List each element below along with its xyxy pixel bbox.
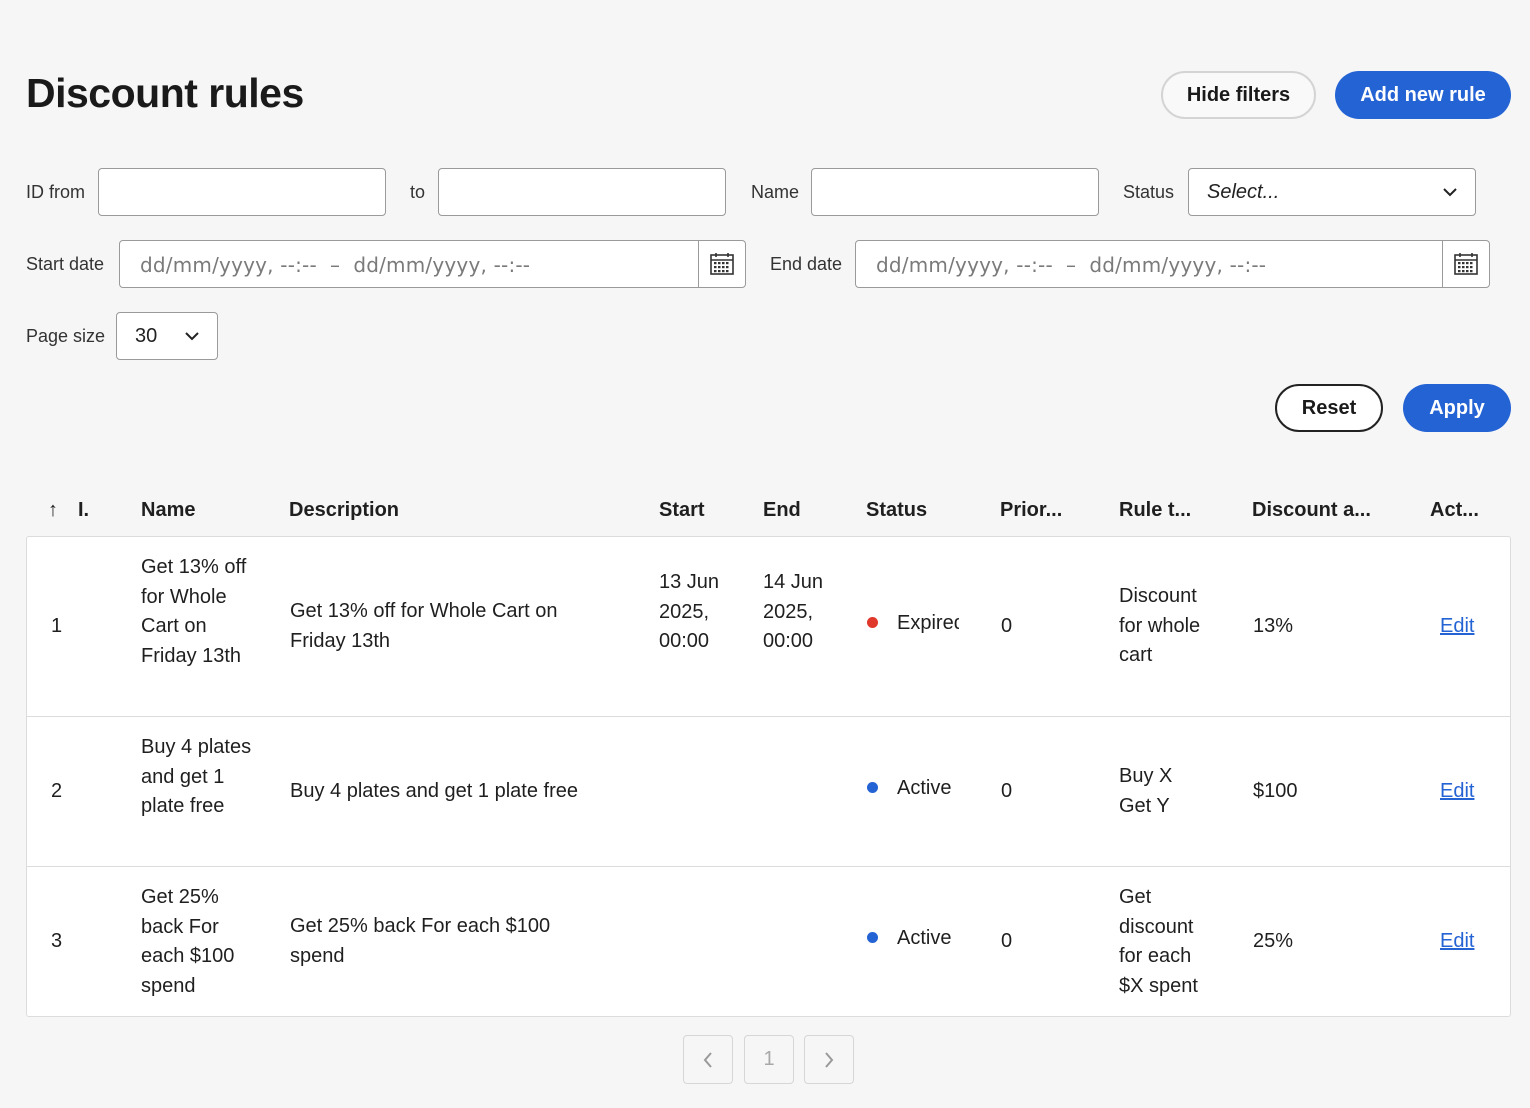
cell-rule-type: Buy X Get Y (1119, 765, 1173, 817)
cell-name: Get 25% back For each $100 spend (141, 886, 235, 997)
start-date-label: Start date (26, 254, 105, 274)
reset-button[interactable]: Reset (1275, 384, 1383, 432)
end-date-label: End date (770, 254, 843, 274)
cell-rule-type: Discount for whole cart (1119, 585, 1201, 666)
status-text: Expired (897, 612, 959, 634)
cell-discount: $100 (1253, 780, 1298, 802)
start-date-calendar-button[interactable] (698, 241, 745, 287)
chevron-left-icon (703, 1051, 712, 1068)
cell-id: 1 (51, 615, 63, 637)
hide-filters-button[interactable]: Hide filters (1161, 71, 1316, 119)
column-header-end[interactable]: End (763, 499, 801, 522)
column-header-description[interactable]: Description (289, 499, 399, 522)
end-date-range-placeholder: dd/mm/yyyy, --:-- – dd/mm/yyyy, --:-- (876, 253, 1267, 277)
rules-table: 1 Get 13% off for Whole Cart on Friday 1… (26, 536, 1511, 1017)
cell-priority: 0 (1001, 780, 1013, 802)
status-dot-expired (867, 617, 878, 628)
column-header-priority[interactable]: Prior... (1000, 499, 1062, 522)
column-header-rule-type[interactable]: Rule t... (1119, 499, 1191, 522)
status-dot-active (867, 782, 878, 793)
status-select-value: Select... (1207, 181, 1280, 203)
cell-start: 13 Jun 2025, 00:00 (659, 571, 720, 652)
id-from-input[interactable] (98, 168, 386, 216)
column-header-status[interactable]: Status (866, 499, 927, 522)
edit-link[interactable]: Edit (1440, 777, 1474, 807)
cell-status: Active (867, 774, 967, 804)
id-to-input[interactable] (438, 168, 726, 216)
add-new-rule-button[interactable]: Add new rule (1335, 71, 1511, 119)
cell-priority: 0 (1001, 930, 1013, 952)
cell-status: Expired (867, 609, 959, 639)
cell-name: Get 13% off for Whole Cart on Friday 13t… (141, 556, 247, 667)
name-label: Name (751, 182, 800, 202)
page-number-button[interactable]: 1 (744, 1035, 794, 1084)
edit-link[interactable]: Edit (1440, 927, 1474, 957)
end-date-range-input[interactable]: dd/mm/yyyy, --:-- – dd/mm/yyyy, --:-- (855, 240, 1490, 288)
previous-page-button[interactable] (683, 1035, 733, 1084)
page-size-value: 30 (135, 325, 158, 347)
start-date-range-input[interactable]: dd/mm/yyyy, --:-- – dd/mm/yyyy, --:-- (119, 240, 746, 288)
column-header-discount-amount[interactable]: Discount a... (1252, 499, 1371, 522)
status-select[interactable]: Select... (1188, 168, 1476, 216)
status-label: Status (1123, 182, 1175, 202)
cell-end: 14 Jun 2025, 00:00 (763, 571, 824, 652)
column-header-actions[interactable]: Act... (1430, 499, 1479, 522)
calendar-icon (1454, 253, 1478, 275)
id-from-label: ID from (26, 182, 86, 202)
status-text: Active (897, 927, 952, 949)
chevron-down-icon (1443, 188, 1457, 197)
table-row: 2 Buy 4 plates and get 1 plate free Buy … (27, 717, 1510, 867)
page-size-select[interactable]: 30 (116, 312, 218, 360)
apply-button[interactable]: Apply (1403, 384, 1511, 432)
cell-status: Active (867, 924, 967, 954)
sort-ascending-icon[interactable]: ↑ (48, 499, 58, 522)
cell-description: Buy 4 plates and get 1 plate free (290, 780, 578, 802)
column-header-start[interactable]: Start (659, 499, 705, 522)
page-title: Discount rules (26, 70, 304, 116)
status-dot-active (867, 932, 878, 943)
column-header-id[interactable]: I. (78, 499, 89, 522)
cell-discount: 25% (1253, 930, 1294, 952)
next-page-button[interactable] (804, 1035, 854, 1084)
page-size-label: Page size (26, 326, 106, 346)
chevron-right-icon (825, 1051, 834, 1068)
edit-link[interactable]: Edit (1440, 612, 1474, 642)
column-header-name[interactable]: Name (141, 499, 195, 522)
cell-description: Get 13% off for Whole Cart on Friday 13t… (290, 600, 558, 652)
name-input[interactable] (811, 168, 1099, 216)
cell-rule-type: Get discount for each $X spent (1119, 886, 1198, 997)
id-to-label: to (410, 182, 426, 202)
table-row: 3 Get 25% back For each $100 spend Get 2… (27, 867, 1510, 1017)
end-date-calendar-button[interactable] (1442, 241, 1489, 287)
cell-name: Buy 4 plates and get 1 plate free (141, 736, 252, 817)
cell-description: Get 25% back For each $100 spend (290, 915, 551, 967)
start-date-range-placeholder: dd/mm/yyyy, --:-- – dd/mm/yyyy, --:-- (140, 253, 531, 277)
chevron-down-icon (185, 332, 199, 341)
table-row: 1 Get 13% off for Whole Cart on Friday 1… (27, 537, 1510, 717)
cell-priority: 0 (1001, 615, 1013, 637)
cell-discount: 13% (1253, 615, 1294, 637)
calendar-icon (710, 253, 734, 275)
status-text: Active (897, 777, 952, 799)
cell-id: 2 (51, 780, 63, 802)
cell-id: 3 (51, 930, 63, 952)
